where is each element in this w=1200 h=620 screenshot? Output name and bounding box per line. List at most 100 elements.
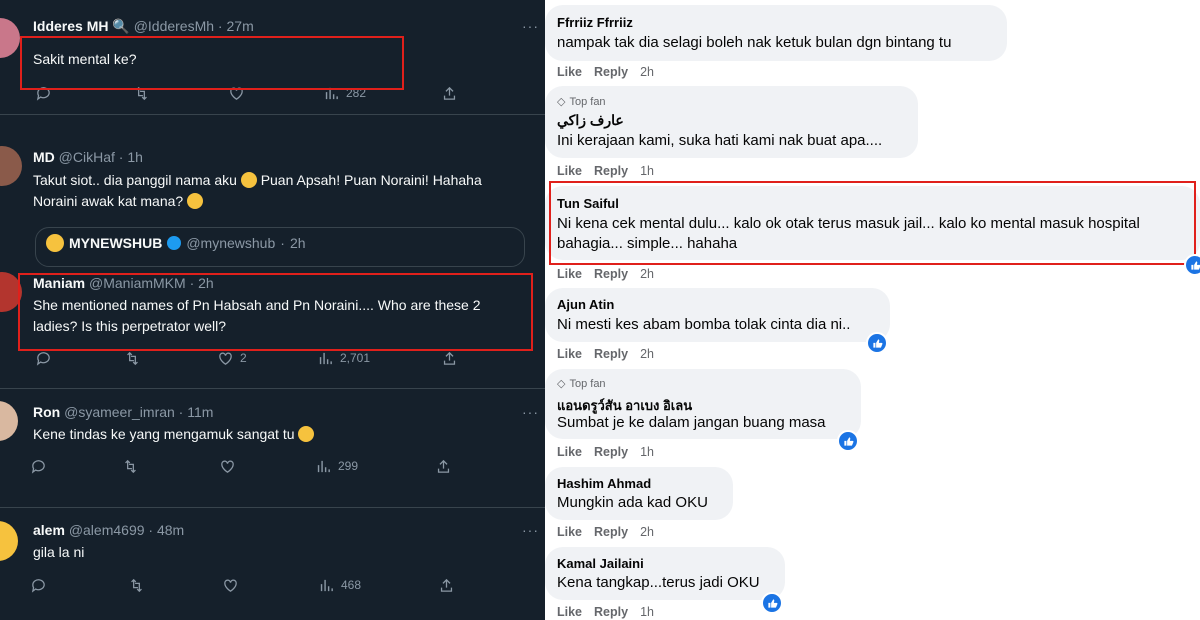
tweet[interactable]: MD @CikHaf · 1h Takut siot.. dia panggil… [0,134,545,267]
like-link[interactable]: Like [557,525,582,539]
tweet-time[interactable]: 11m [187,404,213,420]
views-icon[interactable]: 468 [318,575,361,595]
highlight-box [549,181,1196,265]
comment-time[interactable]: 1h [640,605,654,619]
avatar[interactable] [0,401,18,441]
reply-link[interactable]: Reply [594,445,628,459]
like-icon[interactable] [219,456,236,476]
reply-link[interactable]: Reply [594,267,628,281]
tweet-author-name[interactable]: MD [33,149,55,165]
tweet[interactable]: alem @alem4699 · 48m ··· gila la ni 468 [0,508,545,620]
like-link[interactable]: Like [557,164,582,178]
reply-link[interactable]: Reply [594,347,628,361]
comment-actions: Like Reply 2h [557,525,666,539]
highlight-box [18,273,533,351]
reply-link[interactable]: Reply [594,525,628,539]
tweet-handle[interactable]: @IdderesMh [134,18,214,34]
comment-bubble[interactable]: ◇ Top fan عارف زاكي Ini kerajaan kami, su… [545,86,918,158]
reply-icon[interactable] [30,456,47,476]
more-options-icon[interactable]: ··· [522,18,539,34]
views-icon[interactable]: 299 [315,456,358,476]
tweet-time[interactable]: 1h [127,149,143,165]
like-icon[interactable] [222,575,239,595]
quote-handle: @mynewshub [186,235,276,251]
comment-author[interactable]: عارف زاكي [557,112,624,129]
avatar[interactable] [0,146,22,186]
diamond-icon: ◇ [557,96,566,108]
tweet-author-name[interactable]: Idderes MH [33,18,108,34]
more-options-icon[interactable]: ··· [522,404,539,420]
comment-bubble[interactable]: Kamal Jailaini Kena tangkap...terus jadi… [545,547,785,600]
retweet-icon[interactable] [128,575,145,595]
comment-time[interactable]: 2h [640,347,654,361]
tweet[interactable]: Ron @syameer_imran · 11m ··· Kene tindas… [0,389,545,508]
tweet-text-line: Puan Apsah! Puan Noraini! Hahaha [260,172,482,188]
comment-text: Ni mesti kes abam bomba tolak cinta dia … [557,316,851,333]
tweet-author-name[interactable]: Ron [33,404,60,420]
comment-author[interactable]: Ajun Atin [557,297,614,312]
tweet-author-name[interactable]: alem [33,522,65,538]
comment-text: Mungkin ada kad OKU [557,494,708,511]
views-icon[interactable]: 2,701 [317,348,370,368]
tweet-text: Kene tindas ke yang mengamuk sangat tu [33,424,523,445]
like-icon[interactable]: 2 [217,348,247,368]
tweet-time[interactable]: 27m [227,18,254,34]
comment-actions: Like Reply 1h [557,164,666,178]
comment-time[interactable]: 2h [640,525,654,539]
comment-time[interactable]: 2h [640,65,654,79]
tweet-text-line: Kene tindas ke yang mengamuk sangat tu [33,426,295,442]
like-reaction-icon[interactable] [1184,254,1200,276]
tweet-text: gila la ni [33,544,85,560]
tweet-handle[interactable]: @syameer_imran [64,404,175,420]
avatar[interactable] [0,521,18,561]
reply-link[interactable]: Reply [594,605,628,619]
reply-icon[interactable] [30,575,47,595]
like-link[interactable]: Like [557,445,582,459]
like-link[interactable]: Like [557,347,582,361]
quote-author-name: MYNEWSHUB [69,235,163,251]
share-icon[interactable] [435,456,452,476]
retweet-icon[interactable] [122,456,139,476]
comment-bubble[interactable]: ◇ Top fan แอนดรูว์สัน อาเบง อิเลน Sumbat … [545,369,861,439]
views-count: 2,701 [340,351,371,365]
like-reaction-icon[interactable] [837,430,859,452]
share-icon[interactable] [441,83,458,103]
comment-time[interactable]: 1h [640,445,654,459]
comment-bubble[interactable]: Hashim Ahmad Mungkin ada kad OKU [545,467,733,520]
comment-author[interactable]: Ffrriiz Ffrriiz [557,15,633,30]
quoted-tweet[interactable]: MYNEWSHUB @mynewshub · 2h [35,227,525,267]
comment-actions: Like Reply 2h [557,65,666,79]
top-fan-label: Top fan [569,95,606,108]
retweet-icon[interactable] [124,348,141,368]
share-icon[interactable] [441,348,458,368]
views-count: 468 [341,578,362,592]
comment-author[interactable]: Hashim Ahmad [557,476,651,491]
like-link[interactable]: Like [557,605,582,619]
reply-link[interactable]: Reply [594,164,628,178]
reply-link[interactable]: Reply [594,65,628,79]
tweet-time[interactable]: 48m [157,522,184,538]
comment-bubble[interactable]: Ffrriiz Ffrriiz nampak tak dia selagi bo… [545,5,1007,61]
like-link[interactable]: Like [557,65,582,79]
tweet-text: Takut siot.. dia panggil nama aku Puan A… [33,170,523,212]
comment-time[interactable]: 2h [640,267,654,281]
comment-author[interactable]: Kamal Jailaini [557,556,644,571]
share-icon[interactable] [438,575,455,595]
views-count: 299 [338,459,359,473]
comment-time[interactable]: 1h [640,164,654,178]
facebook-comments-panel: Ffrriiz Ffrriiz nampak tak dia selagi bo… [545,0,1200,620]
like-link[interactable]: Like [557,267,582,281]
twitter-replies-panel: Idderes MH 🔍 @IdderesMh · 27m ··· Sakit … [0,0,545,620]
comment-bubble[interactable]: Ajun Atin Ni mesti kes abam bomba tolak … [545,288,890,342]
like-reaction-icon[interactable] [866,332,888,354]
more-options-icon[interactable]: ··· [522,522,539,538]
tweet-handle[interactable]: @CikHaf [59,149,115,165]
comment-actions: Like Reply 2h [557,267,666,281]
like-reaction-icon[interactable] [761,592,783,614]
reply-icon[interactable] [35,348,52,368]
comment-actions: Like Reply 2h [557,347,666,361]
tweet-handle[interactable]: @alem4699 [69,522,145,538]
avatar[interactable] [0,18,20,58]
smiling-emoji-icon [187,193,204,209]
comment-text: Ini kerajaan kami, suka hati kami nak bu… [557,132,883,149]
